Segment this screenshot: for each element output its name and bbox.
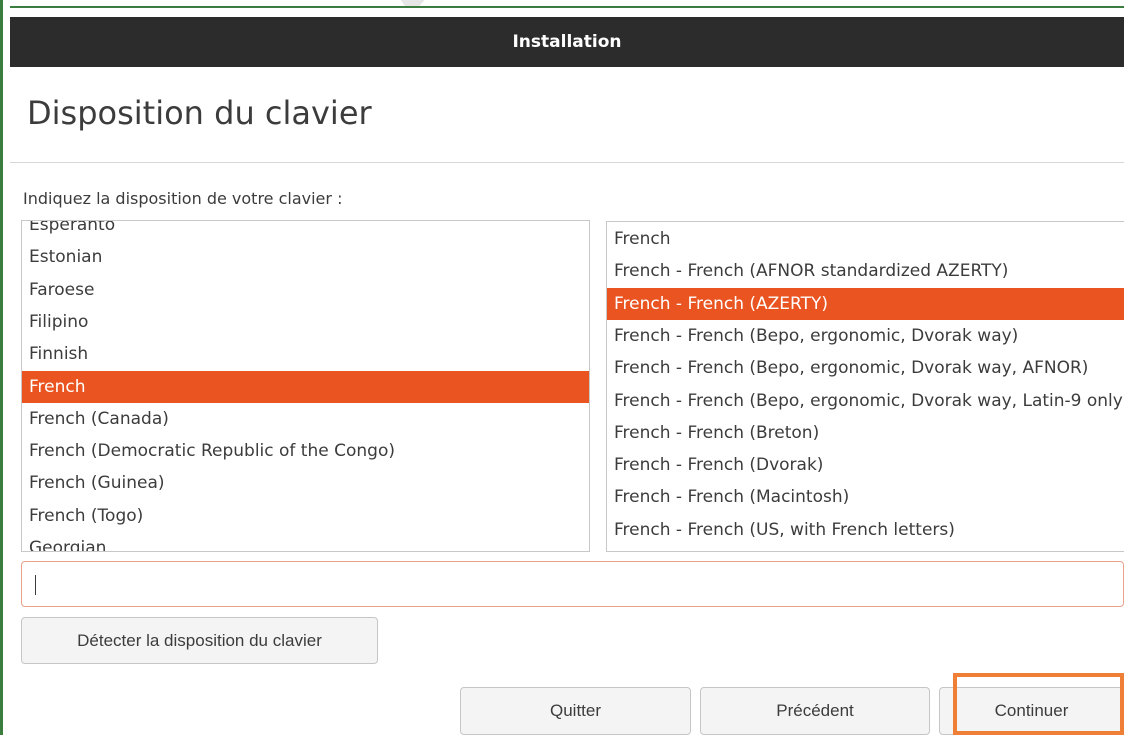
top-strip <box>0 0 1124 17</box>
detect-layout-button[interactable]: Détecter la disposition du clavier <box>21 617 378 664</box>
keyboard-test-input[interactable] <box>21 561 1124 607</box>
variant-list-item[interactable]: French - French (Macintosh) <box>607 481 1124 513</box>
layout-list-item[interactable]: Filipino <box>22 306 589 338</box>
layout-list-item[interactable]: Georgian <box>22 532 589 551</box>
layout-list-item[interactable]: French (Canada) <box>22 403 589 435</box>
quit-button[interactable]: Quitter <box>460 687 691 735</box>
layout-list-item[interactable]: Estonian <box>22 241 589 273</box>
header-divider <box>10 162 1124 163</box>
layout-prompt-label: Indiquez la disposition de votre clavier… <box>23 189 343 208</box>
text-cursor <box>35 575 36 595</box>
variant-list-item[interactable]: French - French (Breton) <box>607 417 1124 449</box>
layout-list-item[interactable]: French (Guinea) <box>22 467 589 499</box>
window-border-top <box>10 6 1124 8</box>
variant-list-item[interactable]: French - French (Bepo, ergonomic, Dvorak… <box>607 385 1124 417</box>
layout-list-item[interactable]: French (Togo) <box>22 500 589 532</box>
keyboard-variant-list[interactable]: French French - French (AFNOR standardize… <box>606 221 1124 552</box>
layout-list-item[interactable]: French <box>22 370 589 403</box>
variant-list-item[interactable]: French - French (Dvorak) <box>607 449 1124 481</box>
variant-list-item[interactable]: French - French (AZERTY) <box>607 287 1124 320</box>
layout-list-item[interactable]: Faroese <box>22 274 589 306</box>
keyboard-layout-list[interactable]: Esperanto Estonian Faroese Filipino Finnish F… <box>21 220 590 552</box>
layout-list-item[interactable]: Finnish <box>22 338 589 370</box>
variant-list-item[interactable]: French <box>607 223 1124 255</box>
layout-list-item[interactable]: Esperanto <box>22 221 589 241</box>
window-border-left <box>0 0 3 735</box>
variant-list-item[interactable]: French - French (AFNOR standardized AZER… <box>607 255 1124 287</box>
layout-list-item[interactable]: French (Democratic Republic of the Congo… <box>22 435 589 467</box>
variant-list-item[interactable]: French - French (US, with French letters… <box>607 514 1124 546</box>
continue-button[interactable]: Continuer <box>939 687 1124 735</box>
page-title: Disposition du clavier <box>27 94 372 132</box>
watermark-logo <box>400 0 425 6</box>
variant-list-item[interactable]: French - French (Bepo, ergonomic, Dvorak… <box>607 352 1124 384</box>
previous-button[interactable]: Précédent <box>700 687 930 735</box>
variant-list-item[interactable]: French - French (Bepo, ergonomic, Dvorak… <box>607 320 1124 352</box>
window-titlebar: Installation <box>10 17 1124 67</box>
